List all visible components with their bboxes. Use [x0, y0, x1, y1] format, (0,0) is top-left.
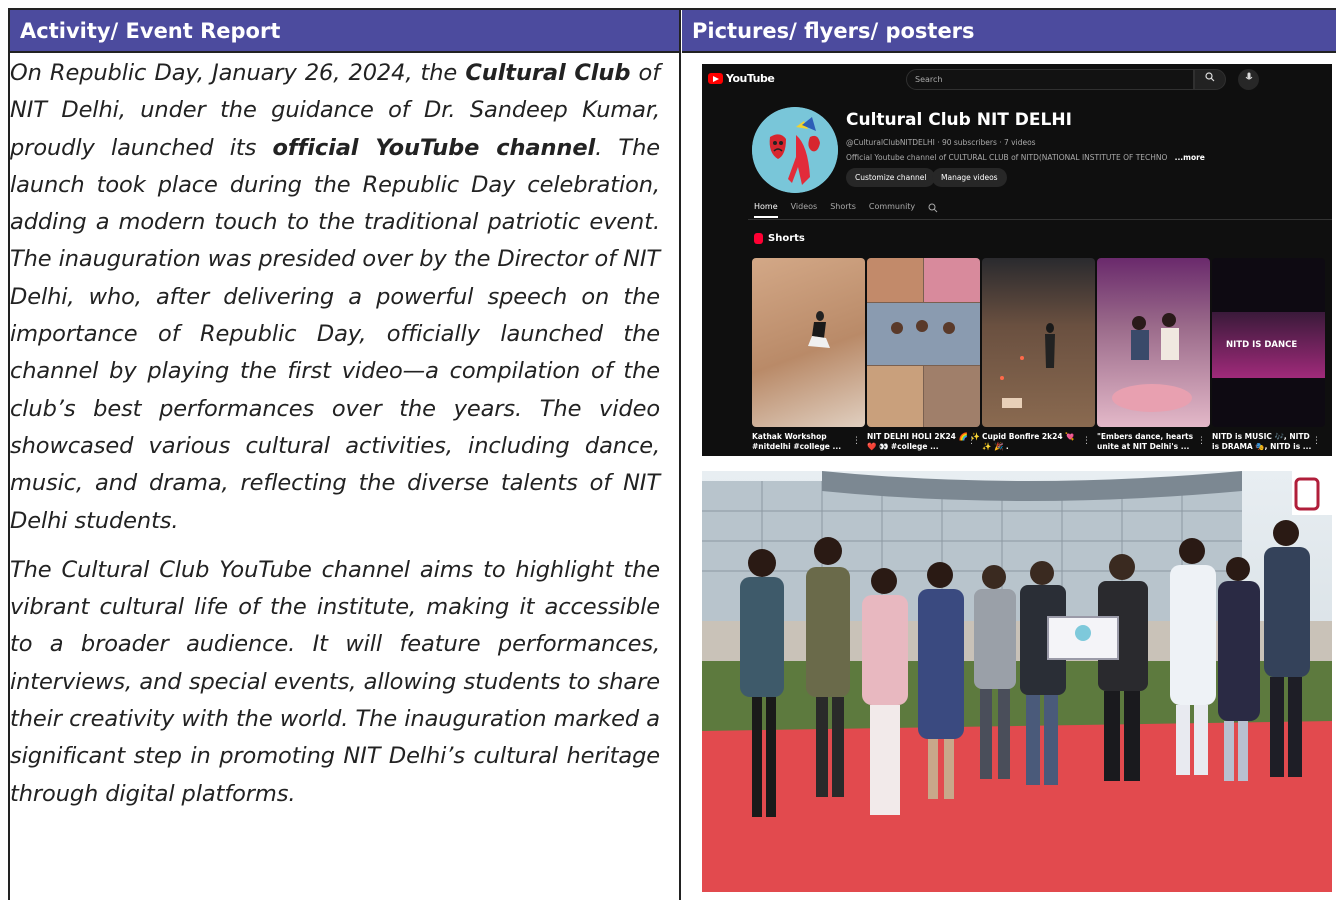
short-menu-icon[interactable]: ⋮	[852, 436, 861, 446]
channel-tabs: Home Videos Shorts Community	[754, 202, 938, 218]
tab-shorts[interactable]: Shorts	[830, 202, 856, 218]
mic-button[interactable]	[1238, 69, 1259, 90]
description-text: Official Youtube channel of CULTURAL CLU…	[846, 153, 1168, 162]
short-menu-icon[interactable]: ⋮	[1082, 436, 1091, 446]
search-button[interactable]	[1194, 69, 1226, 90]
youtube-channel-screenshot: YouTube Search Cultural Club NIT DELHI @…	[702, 64, 1332, 456]
short-caption-2[interactable]: NIT DELHI HOLI 2K24 🌈 ✨ ❤️ 👀 #college ..…	[867, 432, 980, 452]
short-menu-icon[interactable]: ⋮	[1312, 436, 1321, 446]
short-menu-icon[interactable]: ⋮	[967, 436, 976, 446]
mic-icon	[1245, 72, 1252, 80]
tab-videos[interactable]: Videos	[791, 202, 818, 218]
theatre-masks-logo	[752, 107, 838, 193]
shorts-label: Shorts	[768, 233, 805, 244]
tab-home[interactable]: Home	[754, 202, 778, 218]
short-caption-1[interactable]: Kathak Workshop #nitdelhi #college ...	[752, 432, 865, 452]
group-photo	[702, 471, 1332, 892]
text-run: On Republic Day, January 26, 2024, the	[10, 60, 466, 86]
short-thumbnail-5[interactable]: NITD IS DANCE	[1212, 258, 1325, 427]
youtube-play-icon	[708, 73, 723, 84]
text-run: . The launch took place during the Repub…	[10, 134, 660, 534]
report-paragraph-1: On Republic Day, January 26, 2024, the C…	[10, 55, 660, 540]
shorts-section-title: Shorts	[754, 233, 805, 244]
youtube-logo[interactable]: YouTube	[708, 72, 775, 85]
short-overlay-text: NITD IS DANCE	[1226, 340, 1298, 350]
more-link[interactable]: ...more	[1175, 153, 1205, 162]
short-caption-4[interactable]: "Embers dance, hearts unite at NIT Delhi…	[1097, 432, 1197, 452]
header-activity-report: Activity/ Event Report	[10, 10, 680, 53]
group-photo-illustration	[702, 471, 1332, 892]
dancer-figure	[808, 311, 830, 348]
short-caption-3[interactable]: Cupid Bonfire 2k24 💘 ✨ 🎉 .	[982, 432, 1082, 452]
column-divider	[679, 10, 681, 900]
short-menu-icon[interactable]: ⋮	[1197, 436, 1206, 446]
channel-handle: @CulturalClubNITDELHI · 90 subscribers ·…	[846, 138, 1036, 147]
search-input[interactable]: Search	[906, 69, 1194, 90]
bonfire-performer	[1000, 323, 1055, 408]
youtube-channel-bold: official YouTube channel	[272, 134, 596, 161]
short-thumbnail-4[interactable]	[1097, 258, 1210, 427]
event-report-text: On Republic Day, January 26, 2024, the C…	[10, 55, 660, 825]
channel-name: Cultural Club NIT DELHI	[846, 110, 1072, 130]
channel-avatar[interactable]	[752, 107, 838, 193]
short-thumbnail-1[interactable]	[752, 258, 865, 427]
header-pictures: Pictures/ flyers/ posters	[682, 10, 1336, 53]
youtube-wordmark: YouTube	[726, 72, 775, 85]
channel-search-icon[interactable]	[928, 203, 938, 213]
search-icon	[1205, 72, 1215, 82]
report-paragraph-2: The Cultural Club YouTube channel aims t…	[10, 556, 660, 807]
tabs-underline	[748, 219, 1332, 220]
manage-videos-button[interactable]: Manage videos	[932, 168, 1007, 187]
club-name-bold: Cultural Club	[465, 60, 631, 86]
customize-channel-button[interactable]: Customize channel	[846, 168, 936, 187]
channel-description[interactable]: Official Youtube channel of CULTURAL CLU…	[846, 153, 1205, 162]
shorts-icon	[754, 233, 763, 244]
couple-with-guitar	[1112, 313, 1192, 412]
tab-community[interactable]: Community	[869, 202, 915, 218]
holi-collage	[867, 258, 980, 427]
short-caption-5[interactable]: NITD is MUSIC 🎶, NITD is DRAMA 🎭, NITD i…	[1212, 432, 1312, 452]
short-thumbnail-2[interactable]	[867, 258, 980, 427]
short-thumbnail-3[interactable]	[982, 258, 1095, 427]
